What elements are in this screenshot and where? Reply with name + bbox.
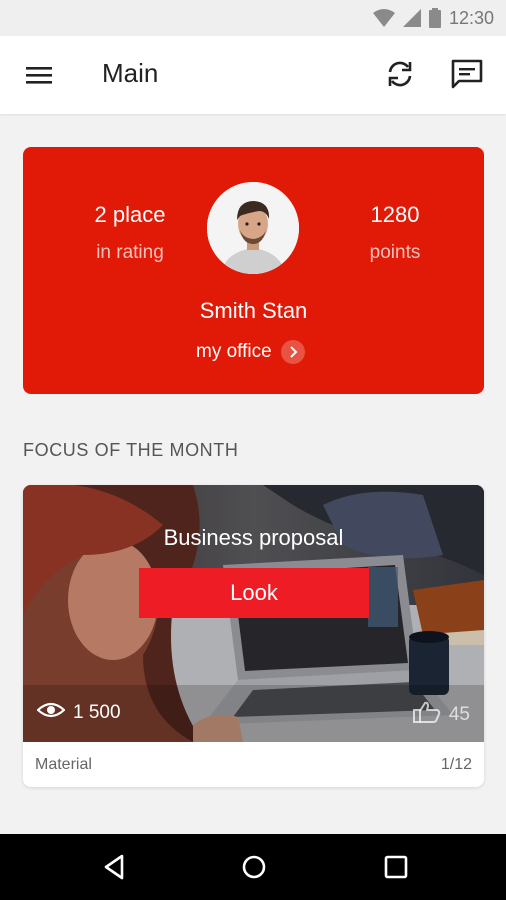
rating-value: 2 place bbox=[94, 202, 166, 227]
system-nav-bar bbox=[0, 834, 506, 900]
points-label: points bbox=[369, 242, 421, 263]
back-icon[interactable] bbox=[100, 853, 128, 881]
points-value: 1280 bbox=[370, 202, 420, 227]
avatar[interactable] bbox=[207, 182, 299, 274]
refresh-icon[interactable] bbox=[384, 58, 416, 90]
focus-title: Business proposal bbox=[163, 525, 344, 550]
home-icon[interactable] bbox=[240, 853, 268, 881]
signal-icon bbox=[402, 8, 421, 28]
likes-count[interactable]: 45 bbox=[412, 701, 470, 729]
focus-card[interactable]: Business proposal Look 1 500 45 Material… bbox=[23, 485, 484, 787]
status-time: 12:30 bbox=[448, 7, 494, 28]
points-stat: 1280 points bbox=[325, 202, 465, 264]
card-footer: Material 1/12 bbox=[23, 742, 484, 787]
my-office-link[interactable]: my office bbox=[196, 340, 305, 364]
thumbs-up-icon bbox=[412, 701, 441, 729]
material-label: Material bbox=[35, 755, 92, 773]
chat-icon[interactable] bbox=[450, 58, 484, 90]
rating-label: in rating bbox=[96, 242, 164, 263]
page-title: Main bbox=[102, 58, 159, 88]
battery-icon bbox=[428, 8, 441, 28]
status-bar: 12:30 bbox=[0, 0, 506, 36]
recents-icon[interactable] bbox=[382, 853, 410, 881]
views-value: 1 500 bbox=[73, 702, 121, 723]
rating-stat: 2 place in rating bbox=[60, 202, 200, 264]
section-title: FOCUS OF THE MONTH bbox=[23, 440, 239, 460]
app-bar: Main bbox=[0, 36, 506, 114]
likes-value: 45 bbox=[448, 704, 470, 725]
views-count: 1 500 bbox=[36, 701, 121, 725]
my-office-label: my office bbox=[196, 341, 272, 362]
chevron-right-icon bbox=[280, 340, 305, 364]
profile-card[interactable]: 2 place in rating 1280 points Smith Stan… bbox=[23, 147, 484, 394]
pager: 1/12 bbox=[440, 755, 472, 773]
user-name: Smith Stan bbox=[199, 298, 308, 323]
menu-icon[interactable] bbox=[24, 63, 54, 87]
look-button[interactable]: Look bbox=[139, 568, 369, 618]
wifi-icon bbox=[372, 8, 395, 28]
eye-icon bbox=[36, 701, 66, 725]
